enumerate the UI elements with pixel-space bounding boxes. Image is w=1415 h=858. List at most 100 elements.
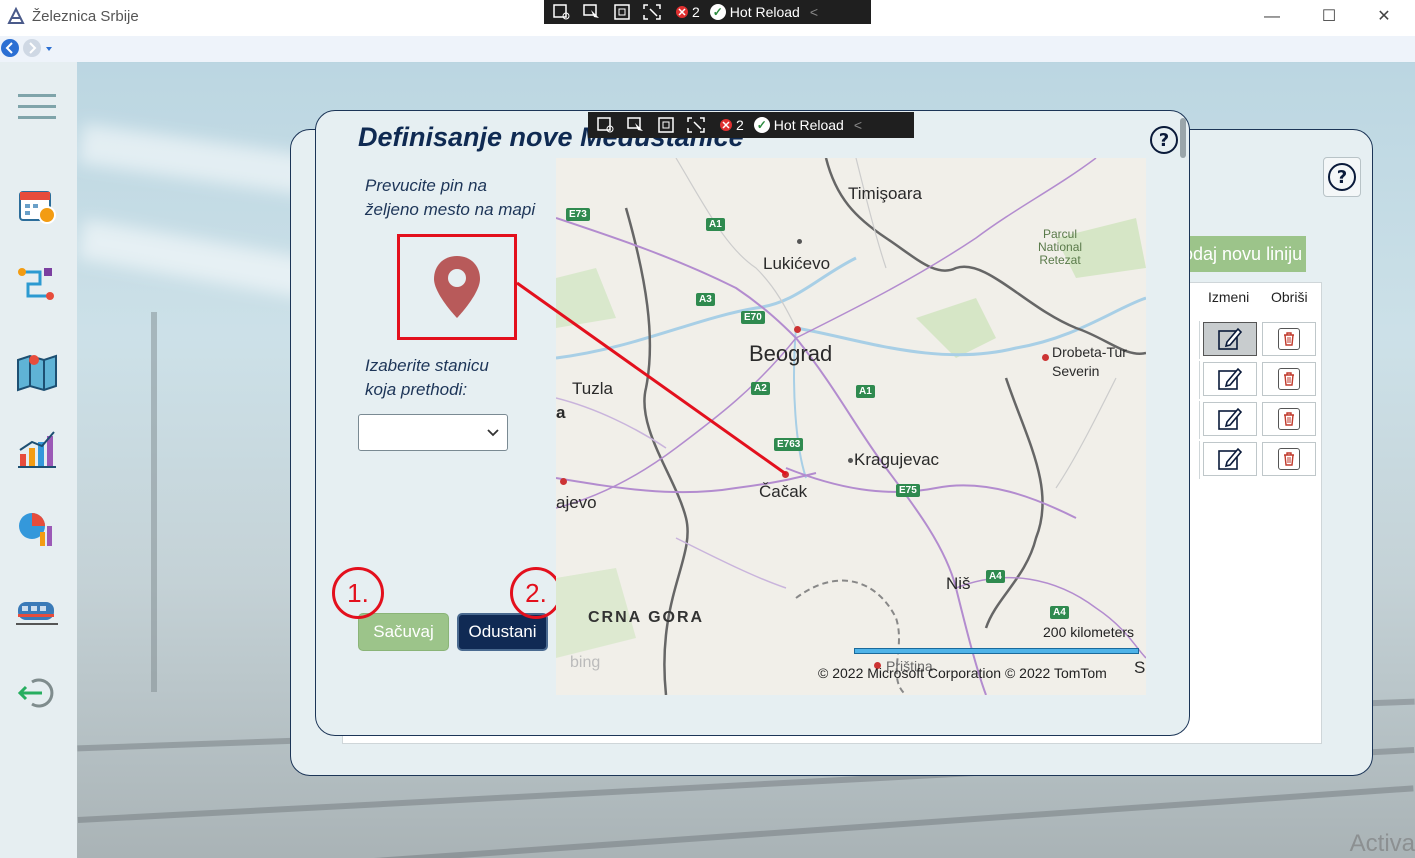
map-label-edge-s: S — [1134, 658, 1146, 677]
city-dot — [782, 471, 789, 478]
map-label-sarajevo: ajevo — [556, 493, 597, 512]
station-label-line-2: koja prethodi: — [365, 380, 468, 399]
track-focus-icon[interactable] — [686, 116, 706, 134]
bing-map[interactable]: Timişoara Lukićevo Beograd Tuzla Kraguje… — [556, 158, 1146, 695]
map-label-tuzla: Tuzla — [572, 379, 613, 398]
pin-instruction-line-1: Prevucite pin na — [365, 176, 487, 195]
display-layout-icon[interactable] — [612, 3, 632, 21]
map-label-cacak: Čačak — [759, 482, 808, 501]
pin-highlight-box — [397, 234, 517, 340]
help-icon: ? — [1328, 163, 1356, 191]
road-shield: A4 — [1050, 606, 1069, 619]
table-row-left-cell — [1191, 321, 1200, 359]
select-element-icon[interactable] — [626, 116, 646, 134]
hot-reload-status: ✓ Hot Reload — [753, 117, 844, 133]
binding-errors-icon[interactable]: 2 — [672, 3, 700, 21]
logout-icon[interactable] — [16, 672, 58, 714]
activation-watermark: Activa — [1349, 830, 1415, 857]
map-park-label: Parcul National Retezat — [1038, 228, 1082, 267]
sidebar — [0, 62, 77, 858]
live-tree-icon[interactable] — [552, 3, 572, 21]
hot-reload-label: Hot Reload — [773, 117, 844, 133]
back-icon[interactable] — [1, 39, 19, 57]
map-label-nis: Niš — [946, 574, 971, 593]
map-label-severin: Severin — [1052, 363, 1100, 379]
trash-icon — [1278, 448, 1300, 470]
trash-icon — [1278, 408, 1300, 430]
window-title: Železnica Srbije — [32, 8, 139, 25]
station-label-line-1: Izaberite stanicu — [365, 356, 489, 375]
map-label-beograd: Beograd — [749, 341, 833, 366]
collapse-chevron-icon[interactable]: < — [810, 4, 818, 20]
track-focus-icon[interactable] — [642, 3, 662, 21]
pin-instruction-line-2: željeno mesto na mapi — [365, 200, 536, 219]
train-icon[interactable] — [16, 590, 58, 632]
chart-icon[interactable] — [16, 428, 58, 470]
delete-row-button[interactable] — [1262, 442, 1316, 476]
delete-row-button[interactable] — [1262, 402, 1316, 436]
road-shield: E70 — [741, 311, 765, 324]
chevron-down-icon — [487, 429, 499, 437]
edit-row-button[interactable] — [1203, 402, 1257, 436]
binding-errors-icon[interactable]: 2 — [716, 116, 744, 134]
add-line-button[interactable]: Dodaj novu liniju — [1170, 236, 1306, 272]
app-logo-icon — [7, 6, 25, 24]
minimize-button[interactable]: — — [1249, 4, 1295, 30]
hot-reload-label: Hot Reload — [729, 4, 800, 20]
map-label-timisoara: Timişoara — [848, 184, 922, 203]
road-shield: A3 — [696, 293, 715, 306]
lines-help-button[interactable]: ? — [1323, 157, 1361, 197]
edit-row-button[interactable] — [1203, 322, 1257, 356]
hot-reload-status: ✓ Hot Reload — [709, 4, 800, 20]
city-dot — [794, 326, 801, 333]
bing-logo: bing — [570, 654, 601, 671]
road-shield: E763 — [774, 438, 804, 451]
routes-icon[interactable] — [16, 264, 58, 306]
map-label-kragujevac: Kragujevac — [854, 450, 940, 469]
dialog-help-button[interactable]: ? — [1145, 121, 1183, 159]
pie-chart-icon[interactable] — [16, 508, 58, 550]
display-layout-icon[interactable] — [656, 116, 676, 134]
annotation-step-1: 1. — [332, 567, 384, 619]
edit-icon — [1218, 447, 1243, 470]
trash-icon — [1278, 328, 1300, 350]
map-label-crna-gora: CRNA GORA — [588, 609, 705, 626]
save-button[interactable]: Sačuvaj — [358, 613, 449, 651]
park-line-3: Retezat — [1039, 253, 1081, 267]
map-label-lukicevo: Lukićevo — [763, 254, 831, 273]
binding-errors-count: 2 — [692, 4, 700, 20]
station-select-label: Izaberite stanicu koja prethodi: — [365, 354, 489, 402]
city-dot — [848, 458, 853, 463]
edit-row-button[interactable] — [1203, 362, 1257, 396]
navigation-bar — [0, 36, 1415, 63]
city-dot — [560, 478, 567, 485]
delete-row-button[interactable] — [1262, 362, 1316, 396]
delete-row-button[interactable] — [1262, 322, 1316, 356]
menu-icon[interactable] — [16, 86, 58, 128]
road-shield: A1 — [856, 385, 875, 398]
map-label-edge-a: a — [556, 403, 566, 422]
dev-toolbar-dialog: 2 ✓ Hot Reload < — [588, 112, 914, 138]
check-icon: ✓ — [709, 4, 726, 20]
trash-icon — [1278, 368, 1300, 390]
live-tree-icon[interactable] — [596, 116, 616, 134]
binding-errors-count: 2 — [736, 117, 744, 133]
edit-icon — [1218, 327, 1243, 350]
road-shield: A1 — [706, 218, 725, 231]
table-row-left-cell — [1191, 441, 1200, 479]
collapse-chevron-icon[interactable]: < — [854, 117, 862, 133]
close-button[interactable]: ✕ — [1361, 4, 1407, 30]
road-shield: A2 — [751, 382, 770, 395]
edit-row-button[interactable] — [1203, 442, 1257, 476]
map-label-drobeta: Drobeta-Tur — [1052, 344, 1127, 360]
history-dropdown-icon[interactable] — [45, 45, 53, 53]
select-element-icon[interactable] — [582, 3, 602, 21]
previous-station-select[interactable] — [358, 414, 508, 451]
road-shield: A4 — [986, 570, 1005, 583]
forward-icon[interactable] — [23, 39, 41, 57]
maximize-button[interactable]: ☐ — [1306, 4, 1352, 30]
map-scale-label: 200 kilometers — [1043, 624, 1135, 640]
dev-toolbar: 2 ✓ Hot Reload < — [544, 0, 871, 24]
map-icon[interactable] — [16, 350, 58, 392]
calendar-icon[interactable] — [16, 184, 58, 226]
